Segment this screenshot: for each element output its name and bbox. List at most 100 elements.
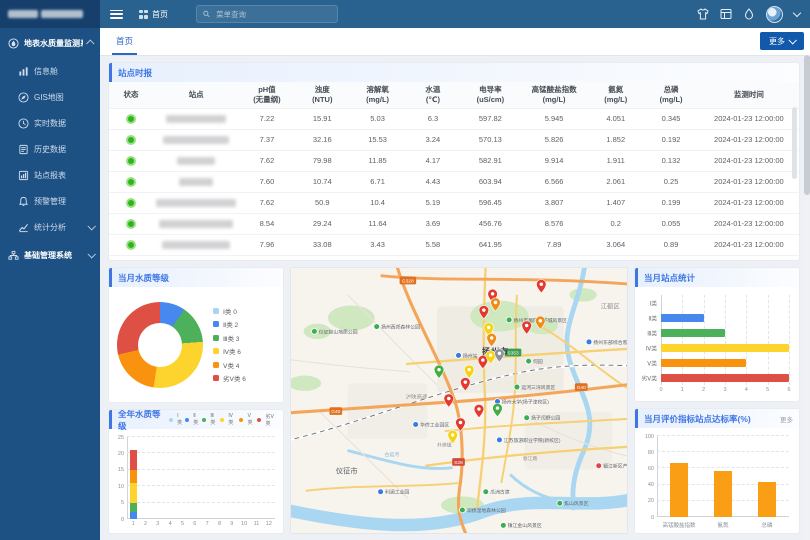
search-icon bbox=[203, 10, 210, 18]
cell-value: 5.945 bbox=[520, 108, 588, 129]
legend-item: Ⅱ类 2 bbox=[213, 319, 246, 329]
road-shield-label: G40 bbox=[331, 409, 341, 415]
nav-home[interactable]: 首页 bbox=[139, 9, 168, 20]
cell-value: 6.566 bbox=[520, 171, 588, 192]
cell-monitor-time: 2024-01-23 12:00:00 bbox=[699, 234, 799, 255]
stat-bar bbox=[661, 329, 725, 337]
cell-value: 0.2 bbox=[588, 213, 643, 234]
sidebar: 地表水质量监测系统信息舱GIS地图实时数据历史数据站点报表预警管理统计分析基础管… bbox=[0, 0, 100, 540]
search-input[interactable] bbox=[214, 9, 331, 20]
map-poi-icon bbox=[459, 507, 465, 513]
legend-marker bbox=[213, 362, 219, 368]
legend-marker bbox=[213, 335, 219, 341]
map-poi-label: 运河三湾风景区 bbox=[521, 384, 555, 391]
map-poi-icon bbox=[586, 339, 592, 345]
map-poi-icon bbox=[506, 317, 512, 323]
cell-value: 0.89 bbox=[643, 234, 698, 255]
sidebar-item[interactable]: 统计分析 bbox=[0, 214, 100, 240]
map-panel[interactable]: G40G40G328S353S28扬州西郊森林公园仪征捺山地质公园扬州市蜀冈唐子… bbox=[290, 267, 628, 534]
sidebar-item[interactable]: GIS地图 bbox=[0, 84, 100, 110]
map-poi-icon bbox=[500, 522, 506, 528]
flame-icon[interactable] bbox=[743, 8, 755, 20]
chevron-up-icon bbox=[86, 39, 94, 47]
map-poi-icon bbox=[496, 437, 502, 443]
station-name-redacted bbox=[159, 220, 233, 228]
menu-search[interactable] bbox=[196, 5, 338, 23]
chevron-down-icon[interactable] bbox=[793, 9, 801, 17]
station-name-redacted bbox=[156, 199, 236, 207]
status-dot-normal bbox=[126, 219, 136, 229]
month-station-stats-panel: 当月站点统计 0123456Ⅰ类Ⅱ类Ⅲ类Ⅳ类Ⅴ类劣Ⅴ类 bbox=[634, 267, 800, 402]
station-report-icon bbox=[18, 170, 29, 181]
hamburger-menu-icon[interactable] bbox=[110, 10, 123, 19]
cell-value: 3.69 bbox=[405, 213, 460, 234]
map-poi-icon bbox=[483, 489, 489, 495]
map-poi-label: 华侨工业园区 bbox=[420, 421, 449, 428]
legend-item: 劣Ⅴ类 6 bbox=[213, 373, 246, 383]
cell-monitor-time: 2024-01-23 12:00:00 bbox=[699, 150, 799, 171]
sidebar-item[interactable]: 预警管理 bbox=[0, 188, 100, 214]
legend-item: Ⅴ类 bbox=[239, 413, 254, 426]
cell-value: 0.192 bbox=[643, 129, 698, 150]
tab-home[interactable]: 首页 bbox=[112, 28, 137, 55]
sidebar-item[interactable]: 站点报表 bbox=[0, 162, 100, 188]
stat-bar bbox=[661, 344, 789, 352]
road-shield-label: G328 bbox=[402, 278, 414, 284]
layout-icon[interactable] bbox=[720, 8, 732, 20]
sidebar-item[interactable]: 实时数据 bbox=[0, 110, 100, 136]
cell-value: 570.13 bbox=[461, 129, 521, 150]
stacked-bar-segment bbox=[130, 512, 137, 519]
avatar[interactable] bbox=[766, 6, 783, 23]
status-dot-normal bbox=[126, 177, 136, 187]
column-header: 站点 bbox=[153, 82, 239, 108]
cell-value: 50.9 bbox=[295, 192, 350, 213]
cell-value: 5.826 bbox=[520, 129, 588, 150]
bottom-grid: 当月水质等级 Ⅰ类 0Ⅱ类 2Ⅲ类 3Ⅳ类 6Ⅴ类 4劣Ⅴ类 6 全年水质等级 … bbox=[108, 267, 800, 534]
column-header: pH值(无量纲) bbox=[239, 82, 294, 108]
stacked-bar-segment bbox=[130, 483, 137, 503]
cell-value: 1.911 bbox=[588, 150, 643, 171]
cell-value: 0.199 bbox=[643, 192, 698, 213]
sidebar-item[interactable]: 历史数据 bbox=[0, 136, 100, 162]
sidebar-section[interactable]: 地表水质量监测系统 bbox=[0, 28, 100, 58]
cell-value: 1.852 bbox=[588, 129, 643, 150]
cell-value: 7.96 bbox=[239, 234, 294, 255]
station-name-redacted bbox=[177, 157, 215, 165]
gis-map-icon bbox=[18, 92, 29, 103]
month-grade-chart: Ⅰ类 0Ⅱ类 2Ⅲ类 3Ⅳ类 6Ⅴ类 4劣Ⅴ类 6 bbox=[109, 287, 283, 402]
stat-bar bbox=[661, 359, 746, 367]
cell-value: 456.76 bbox=[461, 213, 521, 234]
compliance-more-link[interactable]: 更多 bbox=[780, 414, 793, 424]
table-row: 8.5429.2411.643.69456.768.5760.20.055202… bbox=[109, 213, 799, 234]
scrollbar-thumb[interactable] bbox=[804, 55, 810, 195]
cell-value: 9.914 bbox=[520, 150, 588, 171]
cell-value: 7.62 bbox=[239, 150, 294, 171]
topbar-actions bbox=[697, 6, 800, 23]
panel-title-annual-grade: 全年水质等级 Ⅰ类Ⅱ类Ⅲ类Ⅳ类Ⅴ类劣Ⅴ类 bbox=[109, 410, 283, 429]
cell-monitor-time: 2024-01-23 12:00:00 bbox=[699, 213, 799, 234]
info-dashboard-icon bbox=[18, 66, 29, 77]
gis-map[interactable]: G40G40G328S353S28扬州西郊森林公园仪征捺山地质公园扬州市蜀冈唐子… bbox=[291, 268, 627, 533]
sidebar-item[interactable]: 信息舱 bbox=[0, 58, 100, 84]
cell-value: 33.08 bbox=[295, 234, 350, 255]
legend-item: 劣Ⅴ类 bbox=[257, 413, 277, 427]
cell-value: 0.055 bbox=[643, 213, 698, 234]
map-label: 江都区 bbox=[601, 302, 620, 310]
station-table-body: 7.2215.915.036.3597.825.9454.0510.345202… bbox=[109, 108, 799, 255]
month-grade-panel: 当月水质等级 Ⅰ类 0Ⅱ类 2Ⅲ类 3Ⅳ类 6Ⅴ类 4劣Ⅴ类 6 bbox=[108, 267, 284, 403]
theme-shirt-icon[interactable] bbox=[697, 8, 709, 20]
cell-value: 11.64 bbox=[350, 213, 405, 234]
table-scrollbar[interactable] bbox=[792, 107, 797, 179]
right-column: 当月站点统计 0123456Ⅰ类Ⅱ类Ⅲ类Ⅳ类Ⅴ类劣Ⅴ类 当月评价指标站点达标率(… bbox=[634, 267, 800, 534]
column-header: 水温(℃) bbox=[405, 82, 460, 108]
sidebar-section[interactable]: 基础管理系统 bbox=[0, 240, 100, 270]
column-header: 溶解氧(mg/L) bbox=[350, 82, 405, 108]
legend-item: Ⅳ类 bbox=[220, 413, 236, 426]
cell-value: 596.45 bbox=[461, 192, 521, 213]
column-header: 浊度(NTU) bbox=[295, 82, 350, 108]
compliance-chart: 020406080100高锰酸盐指数氨氮总磷 bbox=[657, 436, 789, 517]
page-scrollbar[interactable] bbox=[804, 55, 810, 540]
annual-legend: Ⅰ类Ⅱ类Ⅲ类Ⅳ类Ⅴ类劣Ⅴ类 bbox=[169, 413, 277, 427]
more-button[interactable]: 更多 bbox=[760, 32, 804, 50]
map-label: 古运河 bbox=[384, 451, 399, 458]
